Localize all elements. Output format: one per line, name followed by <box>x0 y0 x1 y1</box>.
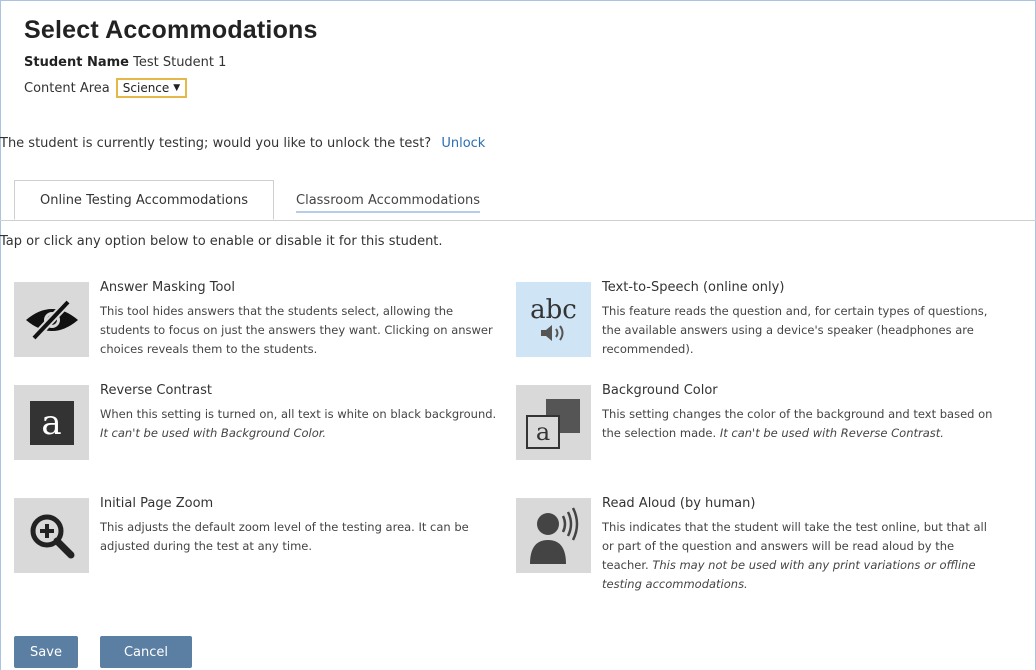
accommodation-name: Answer Masking Tool <box>100 280 235 295</box>
unlock-link[interactable]: Unlock <box>441 136 485 151</box>
unlock-message: The student is currently testing; would … <box>0 136 432 151</box>
accommodation-desc: This feature reads the question and, for… <box>602 304 988 356</box>
speaker-icon <box>540 324 563 341</box>
accommodation-desc: This indicates that the student will tak… <box>602 520 987 591</box>
letter-a-glyph: a <box>535 418 551 446</box>
tab-online-testing[interactable]: Online Testing Accommodations <box>14 180 274 220</box>
accommodation-background-color[interactable]: a Background Color This setting changes … <box>516 383 996 465</box>
content-area-row: Content Area Science ▼ <box>24 78 188 98</box>
accommodation-text-to-speech[interactable]: abc Text-to-Speech (online only) This fe… <box>516 280 996 362</box>
save-button[interactable]: Save <box>14 636 78 668</box>
eye-slash-icon <box>14 282 89 357</box>
accommodation-name: Initial Page Zoom <box>100 496 214 511</box>
read-aloud-icon <box>516 498 591 573</box>
accommodation-name: Background Color <box>602 383 718 398</box>
accommodation-desc: This adjusts the default zoom level of t… <box>100 520 469 553</box>
cancel-button[interactable]: Cancel <box>100 636 192 668</box>
student-name-row: Student Name Test Student 1 <box>24 55 226 70</box>
unlock-message-row: The student is currently testing; would … <box>0 136 485 151</box>
accommodation-answer-masking[interactable]: Answer Masking Tool This tool hides answ… <box>14 280 494 362</box>
content-area-selected: Science <box>122 81 170 95</box>
abc-glyph: abc <box>530 294 577 325</box>
tab-classroom[interactable]: Classroom Accommodations <box>296 193 481 213</box>
accommodation-name: Reverse Contrast <box>100 383 212 398</box>
accommodation-reverse-contrast[interactable]: a Reverse Contrast When this setting is … <box>14 383 496 465</box>
accommodation-name: Read Aloud (by human) <box>602 496 756 511</box>
content-area-select[interactable]: Science ▼ <box>115 78 188 98</box>
reverse-contrast-icon: a <box>14 385 89 460</box>
caret-down-icon: ▼ <box>173 83 181 93</box>
page-title: Select Accommodations <box>24 16 318 44</box>
accommodation-read-aloud[interactable]: Read Aloud (by human) This indicates tha… <box>516 496 996 591</box>
student-name-value: Test Student 1 <box>133 55 227 70</box>
accommodation-desc: This setting changes the color of the ba… <box>602 407 993 440</box>
accommodation-tabs: Online Testing Accommodations Classroom … <box>0 180 1036 221</box>
background-color-icon: a <box>516 385 591 460</box>
accommodation-initial-page-zoom[interactable]: Initial Page Zoom This adjusts the defau… <box>14 496 494 578</box>
letter-a-glyph: a <box>41 402 62 443</box>
zoom-in-icon <box>14 498 89 573</box>
content-area-label: Content Area <box>24 80 110 96</box>
instruction-text: Tap or click any option below to enable … <box>0 234 443 249</box>
accommodation-desc: When this setting is turned on, all text… <box>100 407 497 440</box>
student-name-label: Student Name <box>24 55 129 70</box>
accommodation-desc: This tool hides answers that the student… <box>100 304 493 356</box>
accommodation-name: Text-to-Speech (online only) <box>602 280 785 295</box>
text-to-speech-icon: abc <box>516 282 591 357</box>
